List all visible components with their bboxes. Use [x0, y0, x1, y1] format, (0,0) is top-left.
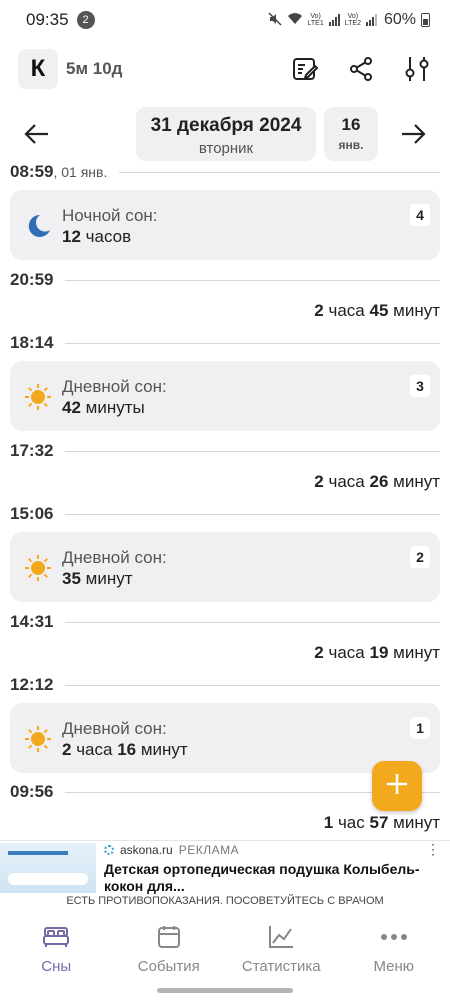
divider — [65, 342, 440, 344]
time-marker: 20:59 — [10, 268, 440, 292]
current-date-button[interactable]: 31 декабря 2024 вторник — [136, 107, 316, 161]
ad-image — [0, 843, 96, 893]
nav-statistics[interactable]: Статистика — [225, 912, 338, 982]
sleep-card-day[interactable]: Дневной сон: 35 минут 2 — [10, 532, 440, 602]
wifi-icon — [287, 12, 303, 28]
ad-source-icon — [104, 845, 114, 855]
sim1-label: Vo) LTE1 — [307, 13, 324, 27]
sleep-type: Ночной сон: — [62, 206, 158, 225]
bed-icon — [41, 922, 71, 952]
child-age: 5м 10д — [66, 59, 123, 78]
signal-2-icon — [365, 14, 377, 26]
share-icon[interactable] — [346, 54, 376, 84]
divider — [119, 171, 440, 173]
sleep-card-day[interactable]: Дневной сон: 42 минуты 3 — [10, 361, 440, 431]
time-marker: 14:31 — [10, 610, 440, 634]
sleep-type: Дневной сон: — [62, 719, 167, 738]
awake-duration: 2 часа 45 минут — [314, 301, 440, 320]
next-day-arrow-icon[interactable] — [398, 121, 428, 147]
sim2-label: Vo) LTE2 — [344, 13, 361, 27]
sleep-type: Дневной сон: — [62, 377, 167, 396]
chart-line-icon — [266, 922, 296, 952]
add-event-button[interactable] — [372, 761, 422, 811]
current-date: 31 декабря 2024 — [150, 115, 302, 136]
sleep-card-day[interactable]: Дневной сон: 2 часа 16 минут 1 — [10, 703, 440, 773]
awake-duration: 2 часа 26 минут — [314, 472, 440, 491]
sun-icon — [24, 725, 52, 753]
battery-icon — [421, 13, 430, 27]
sun-icon — [24, 383, 52, 411]
app-header: К 5м 10д — [0, 46, 450, 92]
home-indicator[interactable] — [157, 988, 293, 993]
ad-banner[interactable]: askona.ru РЕКЛАМА ⋮ Детская ортопедическ… — [0, 840, 450, 910]
today-button[interactable]: 16 янв. — [324, 107, 378, 161]
status-icons: Vo) LTE1 Vo) LTE2 60% — [268, 11, 430, 29]
nav-menu[interactable]: Меню — [338, 912, 450, 982]
time-marker: 17:32 — [10, 439, 440, 463]
sun-icon — [24, 554, 52, 582]
sleep-index-badge: 2 — [410, 546, 430, 568]
nav-sleep[interactable]: Сны — [0, 912, 113, 982]
nav-sleep-label: Сны — [41, 958, 72, 975]
date-navigation: 31 декабря 2024 вторник 16 янв. — [0, 107, 450, 161]
divider — [65, 450, 440, 452]
current-weekday: вторник — [198, 140, 254, 157]
sleep-timeline: 08:59, 01 янв. Ночной сон: 12 часов 4 20… — [0, 160, 450, 840]
nav-statistics-label: Статистика — [241, 958, 321, 975]
header-actions — [290, 54, 432, 84]
awake-duration: 1 час 57 минут — [323, 813, 440, 832]
time-marker: 08:59, 01 янв. — [10, 160, 440, 184]
moon-icon — [24, 212, 52, 240]
bottom-navigation: Сны События Статистика Меню — [0, 912, 450, 982]
awake-duration: 2 часа 19 минут — [314, 643, 440, 662]
today-month: янв. — [338, 138, 364, 152]
calendar-icon — [154, 922, 184, 952]
nav-menu-label: Меню — [373, 958, 415, 975]
status-bar: 09:35 2 Vo) LTE1 Vo) LTE2 60% — [0, 0, 450, 40]
ad-more-icon[interactable]: ⋮ — [426, 841, 440, 858]
divider — [65, 279, 440, 281]
sleep-duration: 2 часа 16 минут — [62, 740, 188, 759]
child-avatar[interactable]: К — [18, 49, 58, 89]
sleep-duration: 42 минуты — [62, 398, 145, 417]
divider — [65, 621, 440, 623]
sleep-index-badge: 4 — [410, 204, 430, 226]
sleep-index-badge: 1 — [410, 717, 430, 739]
sleep-duration: 35 минут — [62, 569, 133, 588]
ad-warning: ЕСТЬ ПРОТИВОПОКАЗАНИЯ. ПОСОВЕТУЙТЕСЬ С В… — [66, 895, 384, 907]
nav-events[interactable]: События — [113, 912, 226, 982]
notification-count-badge: 2 — [76, 11, 95, 29]
previous-day-arrow-icon[interactable] — [22, 121, 52, 147]
ad-source: askona.ru РЕКЛАМА — [104, 843, 239, 857]
divider — [65, 513, 440, 515]
divider — [65, 684, 440, 686]
signal-1-icon — [328, 14, 340, 26]
time-marker: 18:14 — [10, 331, 440, 355]
battery-percent: 60% — [383, 11, 416, 28]
sleep-type: Дневной сон: — [62, 548, 167, 567]
plus-icon — [385, 772, 409, 801]
time-marker: 12:12 — [10, 673, 440, 697]
edit-note-icon[interactable] — [290, 54, 320, 84]
nav-events-label: События — [137, 958, 200, 975]
ad-title: Детская ортопедическая подушка Колыбель-… — [104, 861, 420, 894]
sleep-card-night[interactable]: Ночной сон: 12 часов 4 — [10, 190, 440, 260]
today-day: 16 — [341, 115, 361, 134]
sleep-duration: 12 часов — [62, 227, 132, 246]
status-time: 09:35 — [26, 10, 69, 29]
time-marker: 15:06 — [10, 502, 440, 526]
mute-icon — [268, 11, 282, 29]
sleep-index-badge: 3 — [410, 375, 430, 397]
filter-sliders-icon[interactable] — [402, 54, 432, 84]
more-dots-icon — [379, 922, 409, 952]
